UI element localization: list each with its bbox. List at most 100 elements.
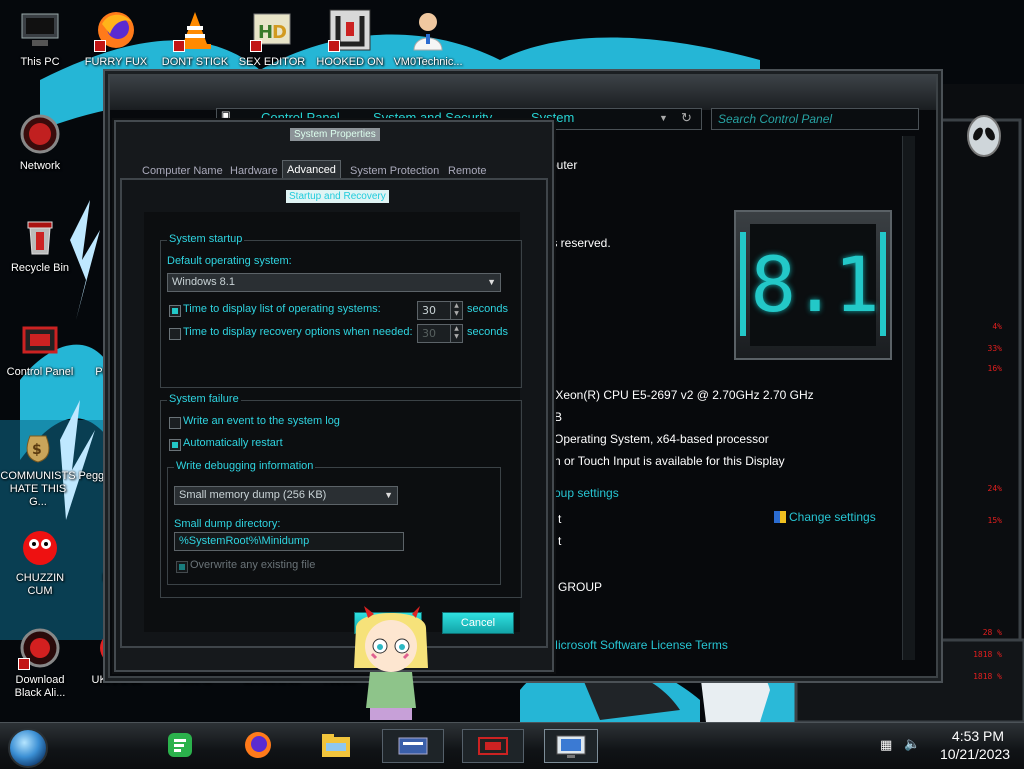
shortcut-arrow-icon (250, 40, 262, 52)
default-os-label: Default operating system: (167, 255, 292, 267)
svg-text:$: $ (32, 442, 42, 458)
taskbar-file-explorer-icon[interactable] (318, 729, 354, 761)
control-panel-icon (18, 318, 62, 362)
stepper-value: 30 (422, 304, 436, 317)
gadget-value: 1818 % (973, 672, 1002, 681)
display-list-stepper[interactable]: 30 ▲ ▼ (417, 301, 463, 320)
computer-name-value: t (558, 512, 562, 526)
desktop-icon-hooked-on[interactable]: HOOKED ON (312, 8, 388, 69)
star-butterfly-sticker (354, 606, 428, 720)
clock-date[interactable]: 10/21/2023 (930, 746, 1020, 762)
tray-network-icon[interactable]: ▦ (880, 738, 896, 754)
desktop-icon-label: VM0Technic... (393, 56, 463, 68)
license-terms-link[interactable]: Microsoft Software License Terms (548, 638, 728, 652)
dump-type-select[interactable]: Small memory dump (256 KB) ▼ (174, 486, 398, 505)
search-input[interactable]: Search Control Panel (711, 108, 919, 130)
auto-restart-checkbox[interactable] (169, 439, 181, 451)
cancel-button[interactable]: Cancel (442, 612, 514, 634)
vlc-cone-icon (173, 8, 217, 52)
this-pc-icon (18, 8, 62, 52)
overwrite-checkbox[interactable] (176, 561, 188, 573)
cpu-value: ) Xeon(R) CPU E5-2697 v2 @ 2.70GHz 2.70 … (548, 388, 814, 402)
taskbar-remote-desktop-icon[interactable] (544, 729, 598, 763)
badge-accent-left (740, 232, 746, 336)
os-type-value: Operating System, x64-based processor (554, 432, 769, 446)
gadget-value: 1818 % (973, 650, 1002, 659)
chevron-down-icon[interactable]: ▼ (659, 113, 668, 123)
refresh-icon[interactable]: ↻ (681, 110, 692, 126)
gadget-value: 24% (987, 484, 1002, 493)
default-os-value: Windows 8.1 (172, 276, 235, 288)
shortcut-arrow-icon (18, 658, 30, 670)
display-recovery-stepper[interactable]: 30 ▲ ▼ (417, 324, 463, 343)
chevron-down-icon: ▼ (384, 490, 393, 500)
svg-text:D: D (272, 22, 287, 43)
ram-value: B (554, 410, 563, 424)
group-title: Write debugging information (174, 460, 316, 472)
display-list-checkbox[interactable] (169, 305, 181, 317)
desktop-icon-vm0technic[interactable]: VM0Technic... (390, 8, 466, 69)
group-settings-heading: oup settings (554, 486, 619, 500)
desktop-icon-download-black-ali[interactable]: Download Black Ali... (2, 626, 78, 700)
seconds-label: seconds (467, 303, 508, 315)
gadget-value: 16% (987, 364, 1002, 373)
taskbar-feedly-icon[interactable] (162, 729, 198, 761)
display-list-label: Time to display list of operating system… (183, 303, 381, 315)
stepper-arrows-icon[interactable]: ▲ ▼ (450, 302, 462, 319)
start-button[interactable] (8, 728, 48, 768)
firefox-icon (94, 8, 138, 52)
hooked-on-game-icon (328, 8, 372, 52)
clock-time[interactable]: 4:53 PM (942, 728, 1014, 744)
hxd-editor-icon: HD (250, 8, 294, 52)
stepper-arrows-icon[interactable]: ▲ ▼ (450, 325, 462, 342)
gadget-value: 4% (992, 322, 1002, 331)
system-failure-group: System failure Write an event to the sys… (160, 393, 522, 598)
windows-version-badge: 8.1 (734, 210, 892, 360)
overwrite-label: Overwrite any existing file (190, 559, 316, 571)
auto-restart-label: Automatically restart (183, 437, 283, 449)
network-globe-icon (18, 112, 62, 156)
gadget-value: 15% (987, 516, 1002, 525)
doctor-avatar-icon (406, 8, 450, 52)
tab-advanced[interactable]: Advanced (282, 160, 341, 180)
system-startup-group: System startup Default operating system:… (160, 233, 522, 388)
shield-icon (774, 511, 786, 523)
gadget-value: 28 % (982, 628, 1002, 637)
dump-dir-input[interactable]: %SystemRoot%\Minidump (174, 532, 404, 551)
vertical-scrollbar[interactable] (902, 136, 915, 660)
desktop-icon-furry-fux[interactable]: FURRY FUX (78, 8, 154, 69)
display-recovery-checkbox[interactable] (169, 328, 181, 340)
rights-label: ts reserved. (548, 236, 611, 250)
desktop-icon-sex-editor[interactable]: HD SEX EDITOR (234, 8, 310, 69)
window-titlebar[interactable] (110, 76, 936, 110)
dialog-title: Startup and Recovery (286, 190, 389, 203)
shortcut-arrow-icon (173, 40, 185, 52)
change-settings-link[interactable]: Change settings (774, 510, 876, 524)
taskbar-control-panel-icon[interactable] (462, 729, 524, 763)
write-event-checkbox[interactable] (169, 417, 181, 429)
system-monitor-gadget: 4% 33% 16% 24% 15% 28 % 1818 % 1818 % (928, 90, 1024, 681)
desktop-icon-this-pc[interactable]: This PC (2, 8, 78, 69)
dump-dir-label: Small dump directory: (174, 518, 281, 530)
computer-label: puter (550, 158, 578, 172)
chevron-down-icon: ▼ (487, 277, 496, 287)
pen-touch-value: n or Touch Input is available for this D… (554, 454, 785, 468)
dump-type-value: Small memory dump (256 KB) (179, 489, 327, 501)
group-title: System startup (167, 233, 245, 245)
stepper-value: 30 (422, 327, 436, 340)
desktop-icon-dont-stick[interactable]: DONT STICK (157, 8, 233, 69)
tray-volume-icon[interactable]: 🔈 (904, 737, 920, 753)
alienware-logo-icon (967, 115, 1001, 157)
group-title: System failure (167, 393, 241, 405)
display-recovery-label: Time to display recovery options when ne… (183, 326, 413, 338)
default-os-select[interactable]: Windows 8.1 ▼ (167, 273, 501, 292)
desktop-icon-label: This PC (20, 56, 60, 68)
taskbar-firefox-icon[interactable] (240, 729, 276, 761)
write-event-label: Write an event to the system log (183, 415, 340, 427)
version-number: 8.1 (750, 224, 880, 346)
startup-recovery-dialog[interactable]: Startup and Recovery System startup Defa… (120, 178, 548, 648)
debug-info-group: Write debugging information Small memory… (167, 460, 501, 585)
full-name-value: t (558, 534, 562, 548)
recycle-bin-icon (18, 214, 62, 258)
taskbar-system-properties-icon[interactable] (382, 729, 444, 763)
